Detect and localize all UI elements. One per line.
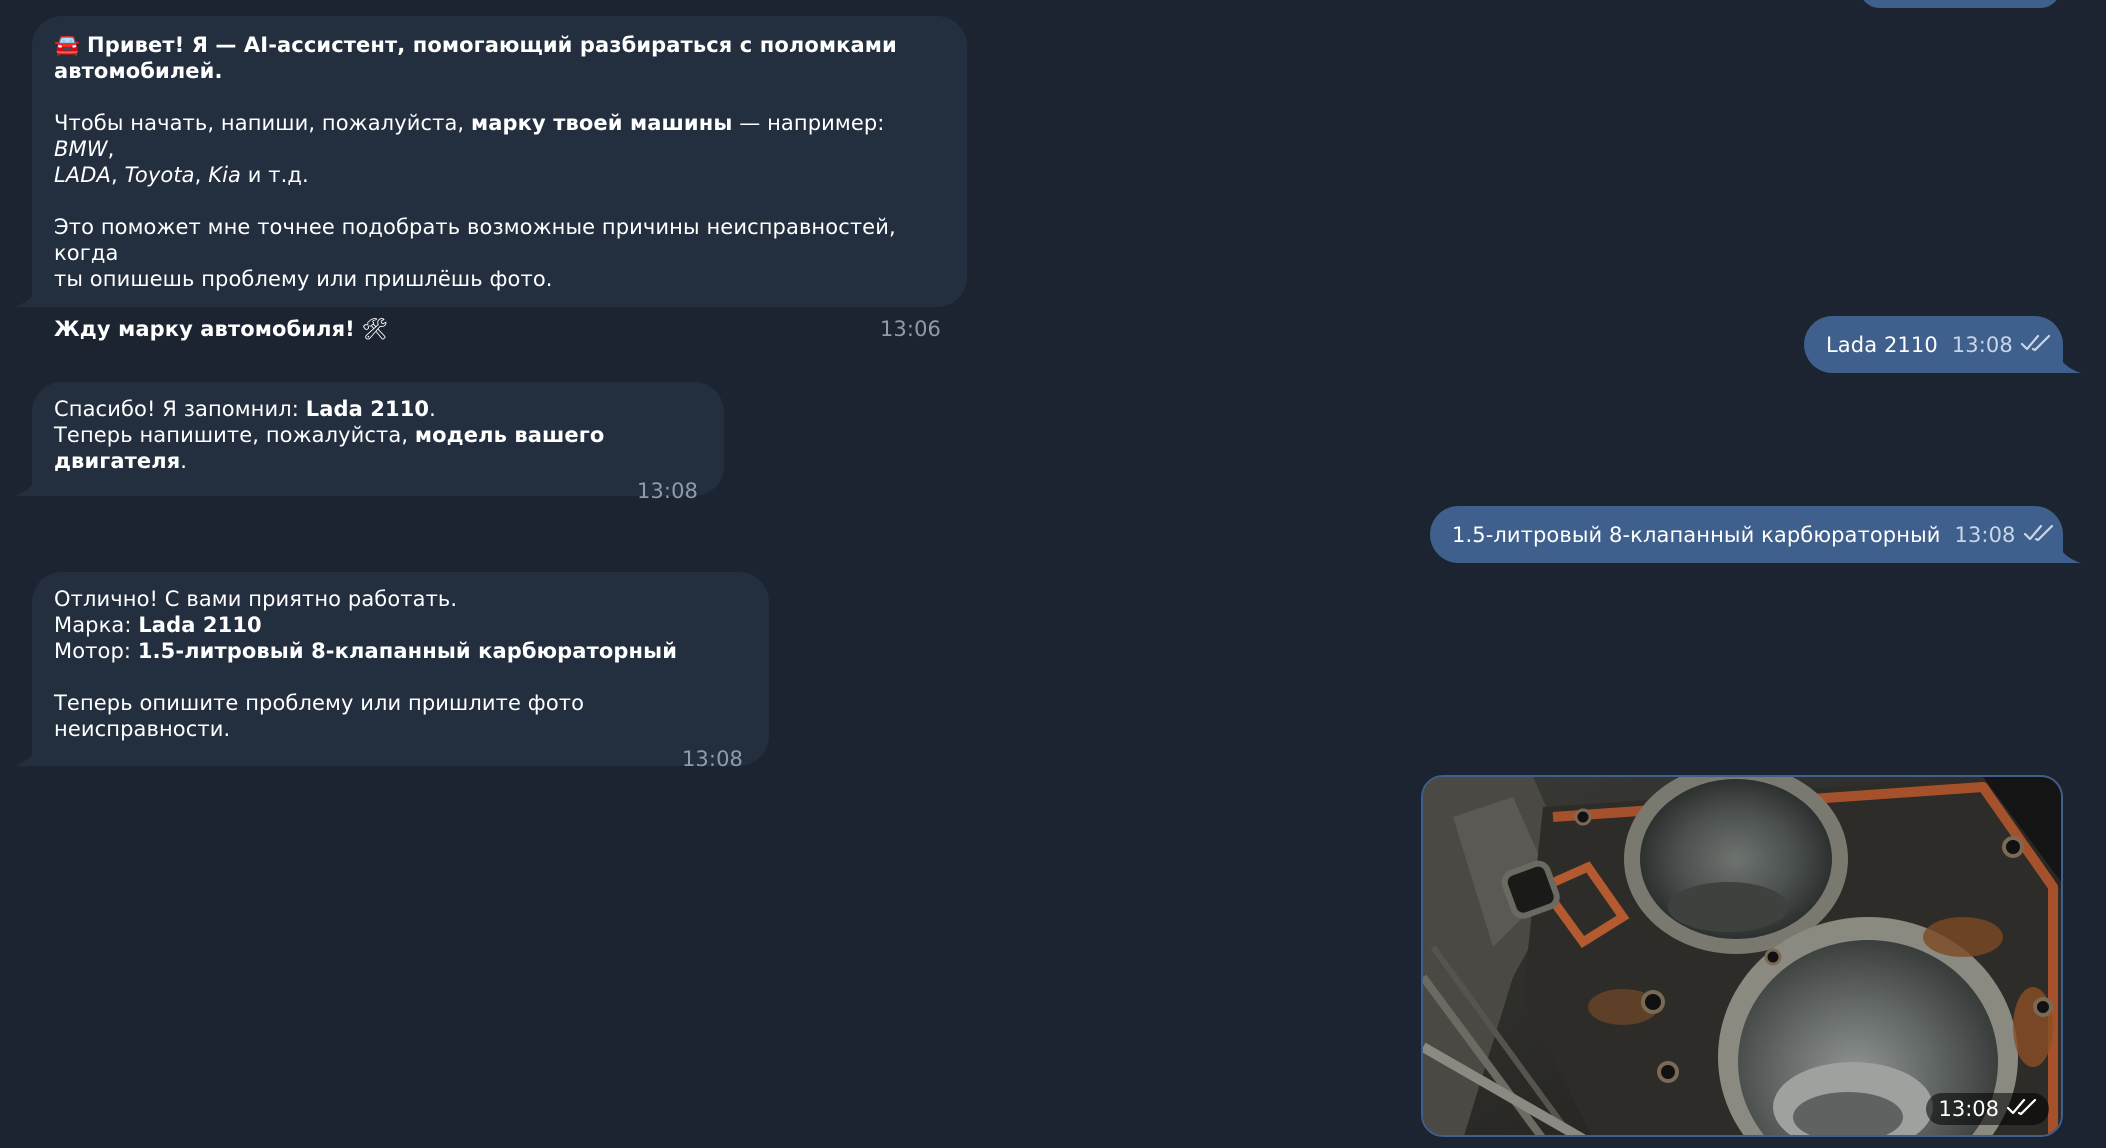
summary-engine-label: Мотор: [54, 639, 138, 663]
greeting-title-line2: автомобилей. [54, 58, 941, 84]
timestamp-text: 13:08 [1951, 332, 2013, 357]
greeting-paragraph-2-line2: LADA, Toyota, Kia и т.д. [54, 162, 941, 188]
greeting-title: 🚘 Привет! Я — AI-ассистент, помогающий р… [54, 32, 941, 58]
request-text: Теперь напишите, пожалуйста, [54, 423, 415, 447]
p2-text: Чтобы начать, напиши, пожалуйста, [54, 111, 471, 135]
message-text: Lada 2110 [1826, 332, 1938, 357]
thanks-brand: Lada 2110 [305, 397, 430, 421]
message-timestamp: 13:06 [879, 317, 941, 341]
incoming-message-summary[interactable]: Отлично! С вами приятно работать. Марка:… [32, 572, 769, 771]
message-timestamp: 13:08 [1926, 1093, 2049, 1125]
bubble-tail [14, 476, 38, 496]
p2-sep-1: , [111, 163, 125, 187]
outgoing-photo-message[interactable]: 13:08 [1421, 775, 2063, 1137]
greeting-title-text-2: автомобилей. [54, 59, 223, 83]
double-check-icon [2023, 522, 2054, 548]
bubble-tail [2057, 353, 2081, 373]
summary-brand-label: Марка: [54, 613, 139, 637]
chat-history[interactable]: 🚘 Привет! Я — AI-ассистент, помогающий р… [0, 0, 2106, 1148]
incoming-message-thanks[interactable]: Спасибо! Я запомнил: Lada 2110. Теперь н… [32, 382, 724, 503]
p2-bold: марку твоей машины [470, 111, 733, 135]
message-timestamp: 13:08 [1952, 332, 2051, 358]
summary-instruction: Теперь опишите проблему или пришлите фот… [54, 691, 585, 741]
awaiting-brand-text: Жду марку автомобиля! [54, 317, 355, 341]
thanks-line-2: Теперь напишите, пожалуйста, модель ваше… [54, 422, 698, 474]
greeting-paragraph-3-line2: ты опишешь проблему или пришлёшь фото. [54, 267, 553, 291]
tools-emoji-icon: 🛠 [361, 317, 389, 341]
p2-brand-bmw: BMW [54, 137, 108, 161]
summary-engine-line: Мотор: 1.5-литровый 8-клапанный карбюрат… [54, 638, 743, 664]
previous-outgoing-bubble[interactable] [1860, 0, 2060, 8]
double-check-icon [2006, 1097, 2037, 1121]
p2-sep-2: , [194, 163, 209, 187]
summary-engine-value: 1.5-литровый 8-клапанный карбюраторный [137, 639, 678, 663]
summary-line-1: Отлично! С вами приятно работать. [54, 587, 458, 611]
timestamp-text: 13:08 [1954, 522, 2016, 547]
incoming-message-greeting[interactable]: 🚘 Привет! Я — AI-ассистент, помогающий р… [32, 16, 967, 341]
bubble-tail [14, 746, 38, 766]
car-emoji-icon: 🚘 [54, 33, 81, 57]
thanks-line-1: Спасибо! Я запомнил: Lada 2110. [54, 396, 698, 422]
p2-brand-kia: Kia [208, 163, 241, 187]
request-period: . [180, 449, 188, 473]
greeting-paragraph-4: Жду марку автомобиля! 🛠 13:06 [54, 316, 941, 342]
thanks-text: Спасибо! Я запомнил: [54, 397, 306, 421]
greeting-title-text: Привет! Я — AI-ассистент, помогающий раз… [87, 33, 897, 57]
summary-brand-line: Марка: Lada 2110 [54, 612, 743, 638]
double-check-icon [2020, 332, 2051, 358]
message-timestamp: 13:08 [1955, 522, 2054, 548]
message-timestamp: 13:08 [681, 747, 743, 771]
message-text: 1.5-литровый 8-клапанный карбюраторный [1452, 522, 1941, 547]
message-timestamp: 13:08 [636, 479, 698, 503]
p2-etc: и т.д. [240, 163, 309, 187]
greeting-paragraph-2: Чтобы начать, напиши, пожалуйста, марку … [54, 110, 941, 162]
outgoing-message-engine[interactable]: 1.5-литровый 8-клапанный карбюраторный 1… [1430, 506, 2063, 563]
bubble-tail [14, 287, 38, 307]
p2-text-2: — например: [732, 111, 885, 135]
timestamp-text: 13:08 [1938, 1097, 1999, 1121]
bubble-tail [2057, 543, 2081, 563]
p2-brand-toyota: Toyota [124, 163, 195, 187]
p2-comma: , [107, 137, 115, 161]
thanks-period: . [429, 397, 436, 421]
p2-brand-lada: LADA [54, 163, 112, 187]
summary-brand-value: Lada 2110 [138, 613, 262, 637]
engine-block-photo[interactable] [1423, 777, 2063, 1137]
outgoing-message-brand[interactable]: Lada 2110 13:08 [1804, 316, 2063, 373]
greeting-paragraph-3: Это поможет мне точнее подобрать возможн… [54, 215, 896, 265]
